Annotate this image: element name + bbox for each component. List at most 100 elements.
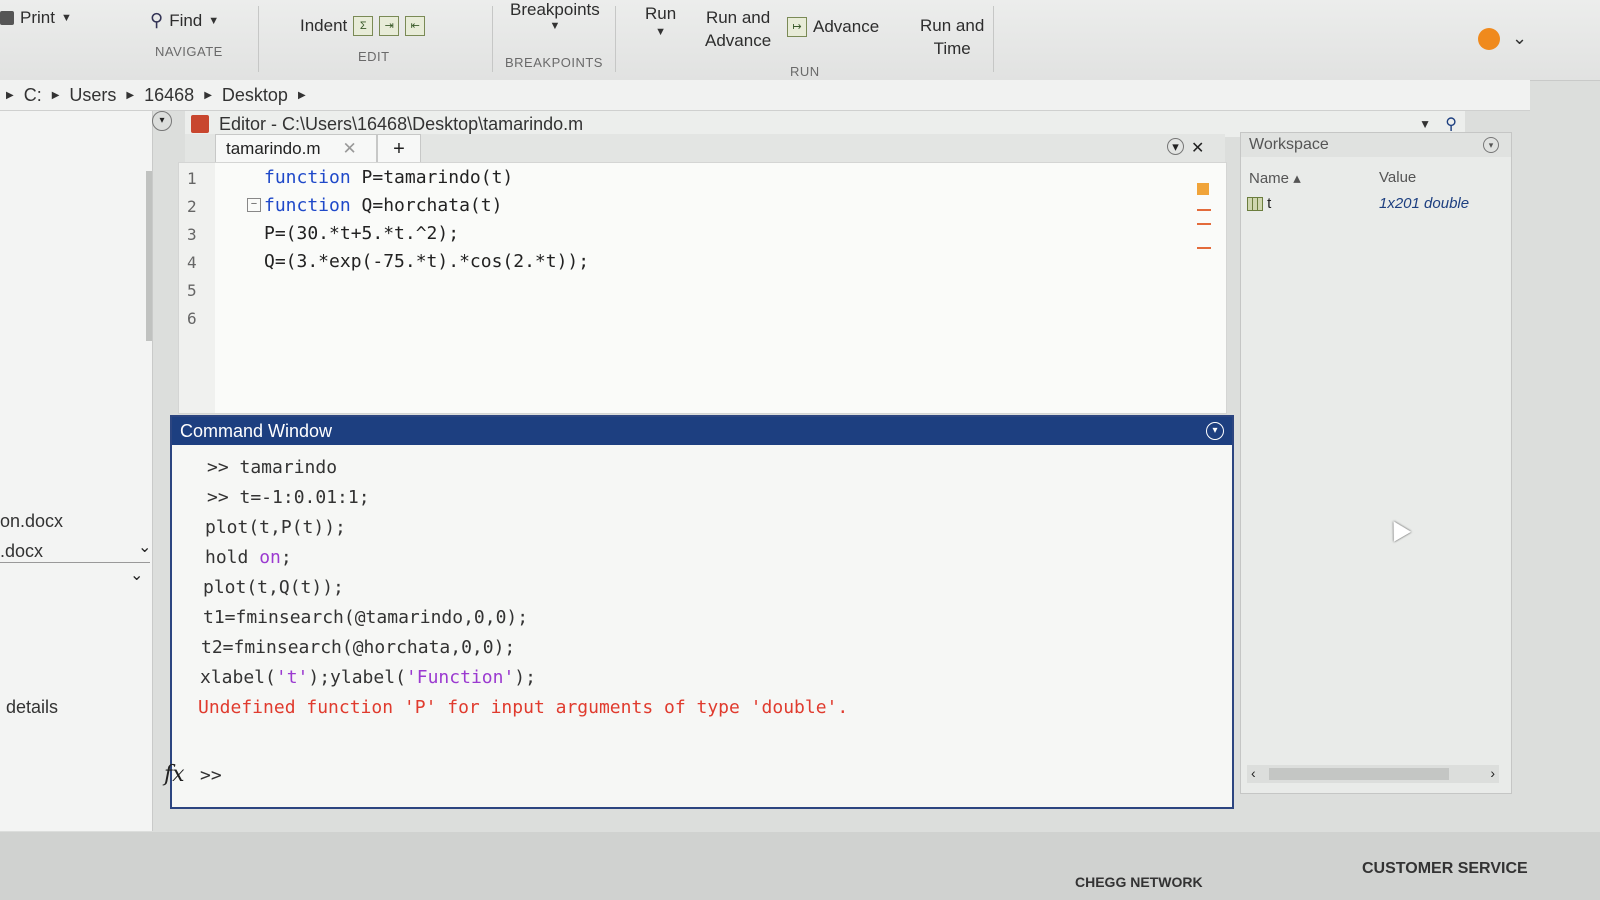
add-tab-button[interactable]: + bbox=[377, 134, 421, 163]
horizontal-scrollbar[interactable]: ‹ › bbox=[1247, 765, 1499, 783]
panel-menu-icon[interactable]: ▾ bbox=[152, 111, 172, 131]
fold-icon[interactable]: − bbox=[247, 198, 261, 212]
tab-tamarindo[interactable]: tamarindo.m ✕ bbox=[215, 134, 377, 163]
breadcrumb-item[interactable]: Users bbox=[69, 85, 116, 106]
breakpoints-button[interactable]: Breakpoints ▼ bbox=[510, 0, 600, 32]
chevron-left-icon[interactable]: ‹ bbox=[1251, 765, 1256, 781]
breadcrumb-item[interactable]: C: bbox=[24, 85, 42, 106]
editor-title: Editor - C:\Users\16468\Desktop\tamarind… bbox=[219, 113, 584, 134]
code-line: P=(30.*t+5.*t.^2); bbox=[264, 223, 460, 244]
line-number: 2 bbox=[187, 197, 197, 216]
command-line: plot(t,P(t)); bbox=[205, 517, 346, 538]
code-editor[interactable]: 1 2 3 4 5 6 − function P=tamarindo(t) fu… bbox=[178, 162, 1227, 414]
workspace-title: Workspace bbox=[1249, 136, 1329, 153]
address-bar[interactable]: ▶ C: ▶ Users ▶ 16468 ▶ Desktop ▶ bbox=[0, 80, 1530, 111]
group-label-edit: EDIT bbox=[358, 49, 390, 64]
variable-name: t bbox=[1267, 195, 1272, 212]
command-window-title: Command Window bbox=[180, 420, 333, 441]
smart-indent-icon[interactable]: Σ bbox=[353, 16, 374, 36]
command-line: t1=fminsearch(@tamarindo,0,0); bbox=[203, 607, 529, 628]
warning-line-marker[interactable] bbox=[1197, 209, 1211, 211]
command-prompt[interactable]: >> bbox=[200, 765, 222, 786]
line-number-gutter bbox=[179, 163, 215, 413]
editor-tab-bar: tamarindo.m ✕ + ▾ ✕ bbox=[185, 134, 1225, 163]
group-label-navigate: NAVIGATE bbox=[155, 44, 223, 59]
find-label: Find bbox=[169, 10, 203, 30]
warning-line-marker[interactable] bbox=[1197, 223, 1211, 225]
chevron-down-icon: ▼ bbox=[60, 12, 72, 24]
details-toggle[interactable]: details bbox=[6, 697, 58, 718]
column-header-name[interactable]: Name ▴ bbox=[1249, 169, 1301, 187]
function-browser-icon[interactable]: fx bbox=[164, 762, 185, 787]
chevron-right-icon[interactable]: ▶ bbox=[52, 90, 60, 101]
find-button[interactable]: ⚲ Find ▼ bbox=[150, 10, 219, 31]
scrollbar[interactable] bbox=[146, 171, 152, 341]
advance-label: Advance bbox=[813, 17, 880, 36]
breadcrumb-item[interactable]: Desktop bbox=[222, 85, 288, 106]
run-button[interactable]: Run ▼ bbox=[645, 4, 676, 38]
workspace-panel: Workspace ▾ Name ▴ Value t 1x201 double … bbox=[1240, 132, 1512, 794]
file-item[interactable]: on.docx bbox=[0, 511, 63, 532]
command-window-header: Command Window ▾ bbox=[172, 417, 1232, 445]
breadcrumb-item[interactable]: 16468 bbox=[144, 85, 194, 106]
chevron-down-icon[interactable]: ⌄ bbox=[138, 537, 151, 557]
column-header-value[interactable]: Value bbox=[1379, 169, 1416, 186]
chevron-down-icon[interactable]: ⌄ bbox=[1512, 28, 1527, 49]
run-and-advance-label-line2: Advance bbox=[705, 31, 772, 50]
search-icon[interactable]: ⚲ bbox=[1445, 114, 1457, 134]
warning-marker[interactable] bbox=[1197, 183, 1209, 195]
command-line: hold on; bbox=[205, 547, 292, 568]
decrease-indent-icon[interactable]: ⇤ bbox=[405, 16, 426, 36]
chevron-down-icon[interactable]: ▼ bbox=[1419, 117, 1431, 131]
run-and-advance-button[interactable]: Run and Advance bbox=[705, 6, 771, 52]
command-line: t2=fminsearch(@horchata,0,0); bbox=[201, 637, 516, 658]
code-line: function P=tamarindo(t) bbox=[264, 167, 514, 188]
command-window[interactable]: Command Window ▾ >> tamarindo >> t=-1:0.… bbox=[164, 415, 1234, 809]
toolstrip-separator bbox=[993, 6, 994, 72]
warning-line-marker[interactable] bbox=[1197, 247, 1211, 249]
run-and-advance-label-line1: Run and bbox=[705, 8, 771, 27]
run-and-time-button[interactable]: Run and Time bbox=[920, 14, 984, 60]
code-line: function Q=horchata(t) bbox=[264, 195, 503, 216]
chevron-right-icon[interactable]: ▶ bbox=[204, 90, 212, 101]
current-folder-panel: ▾ on.docx .docx ⌄ ⌄ details bbox=[0, 111, 172, 831]
run-and-time-label-line1: Run and bbox=[920, 16, 985, 35]
print-button[interactable]: Print ▼ bbox=[0, 8, 72, 28]
close-icon[interactable]: ✕ bbox=[1191, 138, 1204, 158]
indent-label: Indent bbox=[300, 16, 348, 35]
advance-icon: ↦ bbox=[787, 17, 807, 37]
run-label: Run bbox=[645, 4, 677, 23]
chevron-right-icon[interactable]: › bbox=[1490, 765, 1495, 781]
command-line: plot(t,Q(t)); bbox=[203, 577, 344, 598]
error-message: Undefined function 'P' for input argumen… bbox=[198, 697, 849, 718]
advance-button[interactable]: ↦ Advance bbox=[787, 17, 879, 37]
line-number: 1 bbox=[187, 169, 197, 188]
group-label-breakpoints: BREAKPOINTS bbox=[505, 55, 603, 70]
scrollbar-thumb[interactable] bbox=[1269, 768, 1449, 780]
footer-link-network[interactable]: CHEGG NETWORK bbox=[1075, 874, 1203, 890]
close-icon[interactable]: ✕ bbox=[342, 139, 356, 159]
file-item[interactable]: .docx bbox=[0, 541, 150, 563]
chevron-down-icon[interactable]: ⌄ bbox=[130, 565, 143, 585]
chevron-right-icon[interactable]: ▶ bbox=[126, 90, 134, 101]
indent-button[interactable]: Indent Σ ⇥ ⇤ bbox=[300, 16, 426, 36]
variable-value: 1x201 double bbox=[1379, 195, 1470, 212]
increase-indent-icon[interactable]: ⇥ bbox=[379, 16, 400, 36]
command-line: >> tamarindo bbox=[207, 457, 338, 478]
print-label: Print bbox=[20, 8, 55, 27]
footer-link-customer-service[interactable]: CUSTOMER SERVICE bbox=[1362, 860, 1528, 878]
line-number: 6 bbox=[187, 309, 197, 328]
chevron-right-icon[interactable]: ▶ bbox=[6, 90, 14, 101]
command-line: >> t=-1:0.01:1; bbox=[207, 487, 370, 508]
chevron-right-icon[interactable]: ▶ bbox=[298, 90, 306, 101]
panel-menu-icon[interactable]: ▾ bbox=[1167, 138, 1184, 155]
workspace-row[interactable]: t 1x201 double bbox=[1247, 195, 1497, 217]
group-label-run: RUN bbox=[790, 64, 820, 79]
page-footer: CHEGG NETWORK CUSTOMER SERVICE bbox=[0, 832, 1600, 900]
panel-menu-icon[interactable]: ▾ bbox=[1206, 422, 1224, 440]
line-number: 4 bbox=[187, 253, 197, 272]
matrix-icon bbox=[1247, 197, 1263, 212]
user-avatar[interactable] bbox=[1478, 28, 1500, 50]
panel-menu-icon[interactable]: ▾ bbox=[1483, 137, 1499, 153]
code-line: Q=(3.*exp(-75.*t).*cos(2.*t)); bbox=[264, 251, 590, 272]
